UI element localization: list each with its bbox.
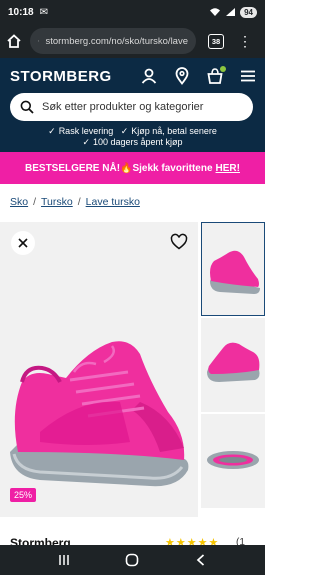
site-header: STORMBERG Søk etter produkter og kategor… xyxy=(0,58,265,152)
breadcrumb-lave-tursko[interactable]: Lave tursko xyxy=(86,196,140,208)
battery-indicator: 94 xyxy=(240,6,257,18)
check-icon: ✓ xyxy=(82,137,90,147)
wishlist-heart-icon[interactable] xyxy=(170,233,188,251)
usp-list: ✓ Rask levering ✓ Kjøp nå, betal senere ✓ 1… xyxy=(0,126,265,148)
thumbnail-3[interactable] xyxy=(201,414,265,508)
usp-item: Rask levering xyxy=(58,126,114,136)
store-locator-icon[interactable] xyxy=(173,67,191,85)
breadcrumb-separator: / xyxy=(33,196,37,208)
hamburger-menu-icon[interactable] xyxy=(239,67,257,85)
account-icon[interactable] xyxy=(140,67,158,85)
check-icon: ✓ xyxy=(48,126,56,136)
usp-item: Kjøp nå, betal senere xyxy=(131,126,217,136)
breadcrumb-tursko[interactable]: Tursko xyxy=(41,196,73,208)
android-nav-bar xyxy=(0,545,265,575)
back-icon[interactable] xyxy=(194,553,208,567)
home-nav-icon[interactable] xyxy=(125,553,139,567)
status-time: 10:18 xyxy=(8,6,34,18)
url-text: stormberg.com/no/sko/tursko/lave xyxy=(45,35,188,47)
search-icon xyxy=(20,100,34,114)
product-info: Stormberg ★★★★★ (1 xyxy=(0,517,265,550)
search-placeholder: Søk etter produkter og kategorier xyxy=(42,101,204,113)
site-settings-icon[interactable] xyxy=(38,35,40,47)
shoe-illustration xyxy=(10,341,189,487)
breadcrumb-separator: / xyxy=(77,196,81,208)
signal-icon xyxy=(226,8,236,16)
thumbnail-2[interactable] xyxy=(201,318,265,412)
shoe-thumbnail-inner xyxy=(207,342,260,382)
recent-apps-icon[interactable] xyxy=(57,553,71,567)
promo-text: BESTSELGERE NÅ!🔥Sjekk favorittene xyxy=(25,162,213,174)
browser-menu-icon[interactable]: ⋮ xyxy=(238,34,252,48)
breadcrumb-sko[interactable]: Sko xyxy=(10,196,28,208)
check-icon: ✓ xyxy=(120,126,129,136)
close-icon xyxy=(18,238,28,248)
status-right: 94 xyxy=(209,6,257,18)
site-logo[interactable]: STORMBERG xyxy=(10,68,112,85)
mail-icon: ✉ xyxy=(39,6,48,18)
tab-switcher-button[interactable]: 38 xyxy=(208,33,224,49)
browser-toolbar: stormberg.com/no/sko/tursko/lave 38 ⋮ xyxy=(0,24,265,58)
wifi-icon xyxy=(210,8,221,16)
shoe-thumbnail-side xyxy=(210,250,260,294)
product-main-image[interactable]: 25% xyxy=(0,222,198,517)
promo-link[interactable]: HER! xyxy=(216,163,240,174)
home-icon[interactable] xyxy=(6,33,22,49)
usp-item: 100 dagers åpent kjøp xyxy=(92,137,183,147)
address-bar[interactable]: stormberg.com/no/sko/tursko/lave xyxy=(30,28,196,54)
shoe-thumbnail-sole xyxy=(207,451,259,469)
close-button[interactable] xyxy=(11,231,35,255)
thumbnail-1[interactable] xyxy=(201,222,265,316)
promo-banner[interactable]: BESTSELGERE NÅ!🔥Sjekk favorittene HER! xyxy=(0,152,265,184)
search-input[interactable]: Søk etter produkter og kategorier xyxy=(10,93,253,121)
cart-badge xyxy=(220,66,226,72)
status-bar: 10:18 ✉ 94 xyxy=(0,0,265,24)
breadcrumb: Sko / Tursko / Lave tursko xyxy=(10,196,140,208)
discount-badge: 25% xyxy=(10,488,37,502)
